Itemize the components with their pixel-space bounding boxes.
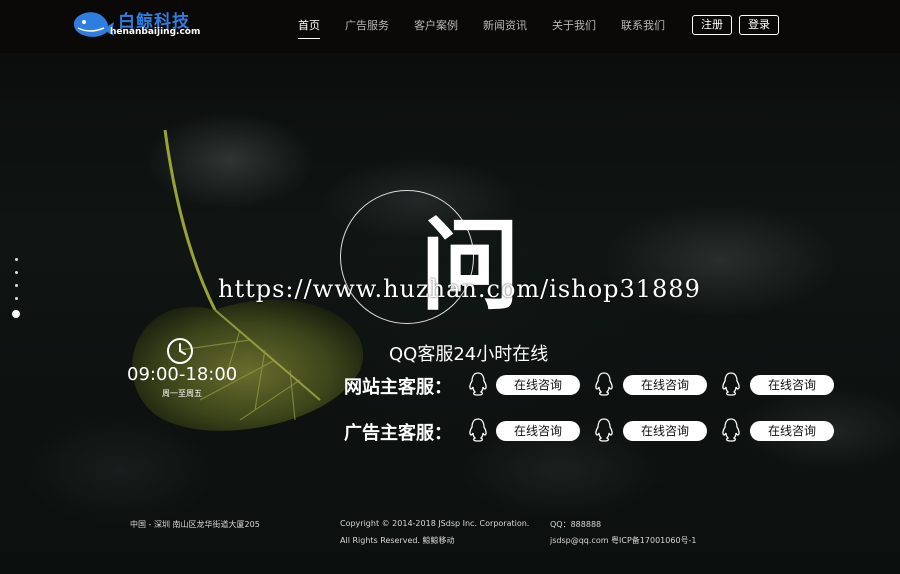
- nav-item-home[interactable]: 首页: [298, 17, 320, 39]
- brand-domain: henanbaijing.com: [110, 27, 201, 37]
- section-dot[interactable]: [14, 258, 18, 261]
- qq-penguin-icon[interactable]: [721, 372, 741, 396]
- consult-button[interactable]: 在线咨询: [623, 375, 707, 395]
- section-dot-active[interactable]: [12, 310, 20, 318]
- footer-copyright: Copyright © 2014-2018 JSdsp Inc. Corpora…: [340, 519, 530, 528]
- nav-item-contact[interactable]: 联系我们: [621, 17, 665, 39]
- qq-penguin-icon[interactable]: [721, 418, 741, 442]
- section-dot[interactable]: [14, 271, 18, 274]
- section-dot[interactable]: [14, 284, 18, 287]
- advertiser-service-label: 广告主客服：: [344, 423, 452, 444]
- consult-button[interactable]: 在线咨询: [750, 421, 834, 441]
- main-nav: 首页 广告服务 客户案例 新闻资讯 关于我们 联系我们: [298, 17, 690, 39]
- login-button[interactable]: 登录: [739, 15, 779, 35]
- service-hours: 09:00-18:00: [127, 364, 238, 385]
- top-header: 白鲸科技 henanbaijing.com 首页 广告服务 客户案例 新闻资讯 …: [0, 0, 900, 53]
- footer-qq: QQ：888888: [550, 520, 602, 529]
- qq-penguin-icon[interactable]: [594, 418, 614, 442]
- website-service-row: 网站主客服： 在线咨询 在线咨询 在线咨询: [344, 372, 844, 399]
- qq-penguin-icon[interactable]: [468, 418, 488, 442]
- footer-address: 中国 - 深圳 南山区龙华街道大厦205: [130, 520, 260, 529]
- hero-big-char: 问: [420, 206, 520, 324]
- nav-item-ad-services[interactable]: 广告服务: [345, 17, 389, 39]
- advertiser-service-row: 广告主客服： 在线咨询 在线咨询 在线咨询: [344, 418, 844, 445]
- consult-button[interactable]: 在线咨询: [750, 375, 834, 395]
- qq-penguin-icon[interactable]: [594, 372, 614, 396]
- website-service-label: 网站主客服：: [344, 377, 452, 398]
- register-button[interactable]: 注册: [692, 15, 732, 35]
- watermark-url: https://www.huzhan.com/ishop31889: [218, 275, 701, 303]
- footer-rights: All Rights Reserved. 鲸鲸移动: [340, 536, 455, 545]
- brand-logo[interactable]: 白鲸科技 henanbaijing.com: [70, 6, 200, 42]
- nav-item-about[interactable]: 关于我们: [552, 17, 596, 39]
- section-dots-nav: [12, 258, 20, 328]
- consult-button[interactable]: 在线咨询: [623, 421, 707, 441]
- consult-button[interactable]: 在线咨询: [496, 375, 580, 395]
- nav-item-news[interactable]: 新闻资讯: [483, 17, 527, 39]
- footer-email-icp[interactable]: jsdsp@qq.com 粤ICP备17001060号-1: [550, 535, 697, 546]
- nav-item-cases[interactable]: 客户案例: [414, 17, 458, 39]
- qq-penguin-icon[interactable]: [468, 372, 488, 396]
- service-days: 周一至周五: [162, 389, 202, 398]
- clock-icon: [167, 338, 193, 364]
- service-title: QQ客服24小时在线: [389, 344, 549, 365]
- consult-button[interactable]: 在线咨询: [496, 421, 580, 441]
- section-dot[interactable]: [14, 297, 18, 300]
